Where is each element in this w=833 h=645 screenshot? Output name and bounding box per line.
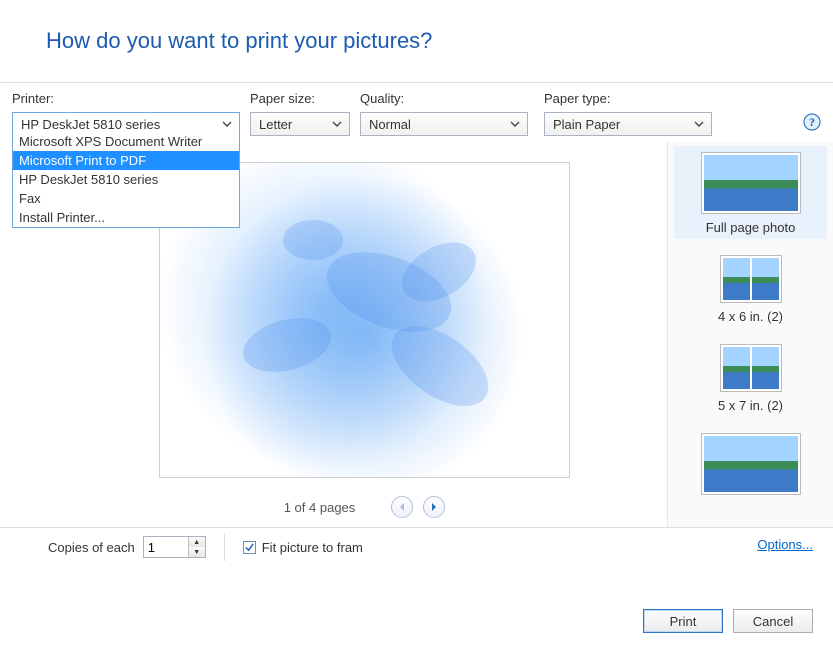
cancel-button[interactable]: Cancel bbox=[733, 609, 813, 633]
layout-label: Full page photo bbox=[706, 220, 796, 235]
layout-label: 4 x 6 in. (2) bbox=[718, 309, 783, 324]
printer-label: Printer: bbox=[12, 91, 240, 106]
help-icon[interactable]: ? bbox=[803, 113, 821, 131]
check-icon bbox=[243, 541, 256, 554]
paper-size-value: Letter bbox=[259, 117, 292, 132]
quality-dropdown[interactable]: Normal bbox=[360, 112, 528, 136]
chevron-down-icon bbox=[691, 116, 707, 132]
print-button[interactable]: Print bbox=[643, 609, 723, 633]
layout-item[interactable]: 5 x 7 in. (2) bbox=[674, 338, 827, 417]
layout-label: 5 x 7 in. (2) bbox=[718, 398, 783, 413]
copies-stepper[interactable]: ▲ ▼ bbox=[143, 536, 206, 558]
prev-page-button[interactable] bbox=[391, 496, 413, 518]
next-page-button[interactable] bbox=[423, 496, 445, 518]
paper-size-dropdown[interactable]: Letter bbox=[250, 112, 350, 136]
layout-thumb bbox=[720, 255, 782, 303]
printer-option[interactable]: Microsoft XPS Document Writer bbox=[13, 132, 239, 151]
options-row: Printer: HP DeskJet 5810 series Paper si… bbox=[0, 83, 833, 136]
copies-down-button[interactable]: ▼ bbox=[189, 547, 205, 557]
button-row: Print Cancel bbox=[643, 609, 813, 633]
fit-picture-label: Fit picture to fram bbox=[262, 540, 363, 555]
pager-text: 1 of 4 pages bbox=[284, 500, 356, 515]
printer-option[interactable]: Microsoft Print to PDF bbox=[13, 151, 239, 170]
chevron-down-icon bbox=[329, 116, 345, 132]
chevron-down-icon bbox=[219, 116, 235, 132]
paper-type-dropdown[interactable]: Plain Paper bbox=[544, 112, 712, 136]
dialog-title: How do you want to print your pictures? bbox=[0, 0, 833, 83]
printer-dropdown-list[interactable]: Microsoft XPS Document WriterMicrosoft P… bbox=[12, 132, 240, 228]
separator bbox=[224, 533, 225, 561]
paper-type-label: Paper type: bbox=[544, 91, 712, 106]
copies-input[interactable] bbox=[144, 537, 188, 557]
quality-label: Quality: bbox=[360, 91, 528, 106]
bottom-row: Copies of each ▲ ▼ Fit picture to fram O… bbox=[0, 528, 833, 566]
copies-label: Copies of each bbox=[48, 540, 135, 555]
layout-item[interactable]: Full page photo bbox=[674, 146, 827, 239]
printer-option[interactable]: HP DeskJet 5810 series bbox=[13, 170, 239, 189]
printer-option[interactable]: Fax bbox=[13, 189, 239, 208]
layout-pane[interactable]: Full page photo 4 x 6 in. (2) 5 x 7 in. (2… bbox=[667, 142, 833, 527]
layout-thumb bbox=[701, 433, 801, 495]
pager: 1 of 4 pages bbox=[284, 496, 446, 518]
paper-type-value: Plain Paper bbox=[553, 117, 620, 132]
layout-thumb bbox=[701, 152, 801, 214]
quality-value: Normal bbox=[369, 117, 411, 132]
paper-size-label: Paper size: bbox=[250, 91, 350, 106]
printer-option[interactable]: Install Printer... bbox=[13, 208, 239, 227]
layout-item[interactable] bbox=[674, 427, 827, 499]
copies-up-button[interactable]: ▲ bbox=[189, 537, 205, 547]
layout-item[interactable]: 4 x 6 in. (2) bbox=[674, 249, 827, 328]
svg-text:?: ? bbox=[809, 115, 815, 129]
printer-dropdown-value: HP DeskJet 5810 series bbox=[21, 117, 160, 132]
layout-thumb bbox=[720, 344, 782, 392]
fit-picture-checkbox[interactable]: Fit picture to fram bbox=[243, 540, 363, 555]
options-link[interactable]: Options... bbox=[757, 537, 813, 552]
chevron-down-icon bbox=[507, 116, 523, 132]
